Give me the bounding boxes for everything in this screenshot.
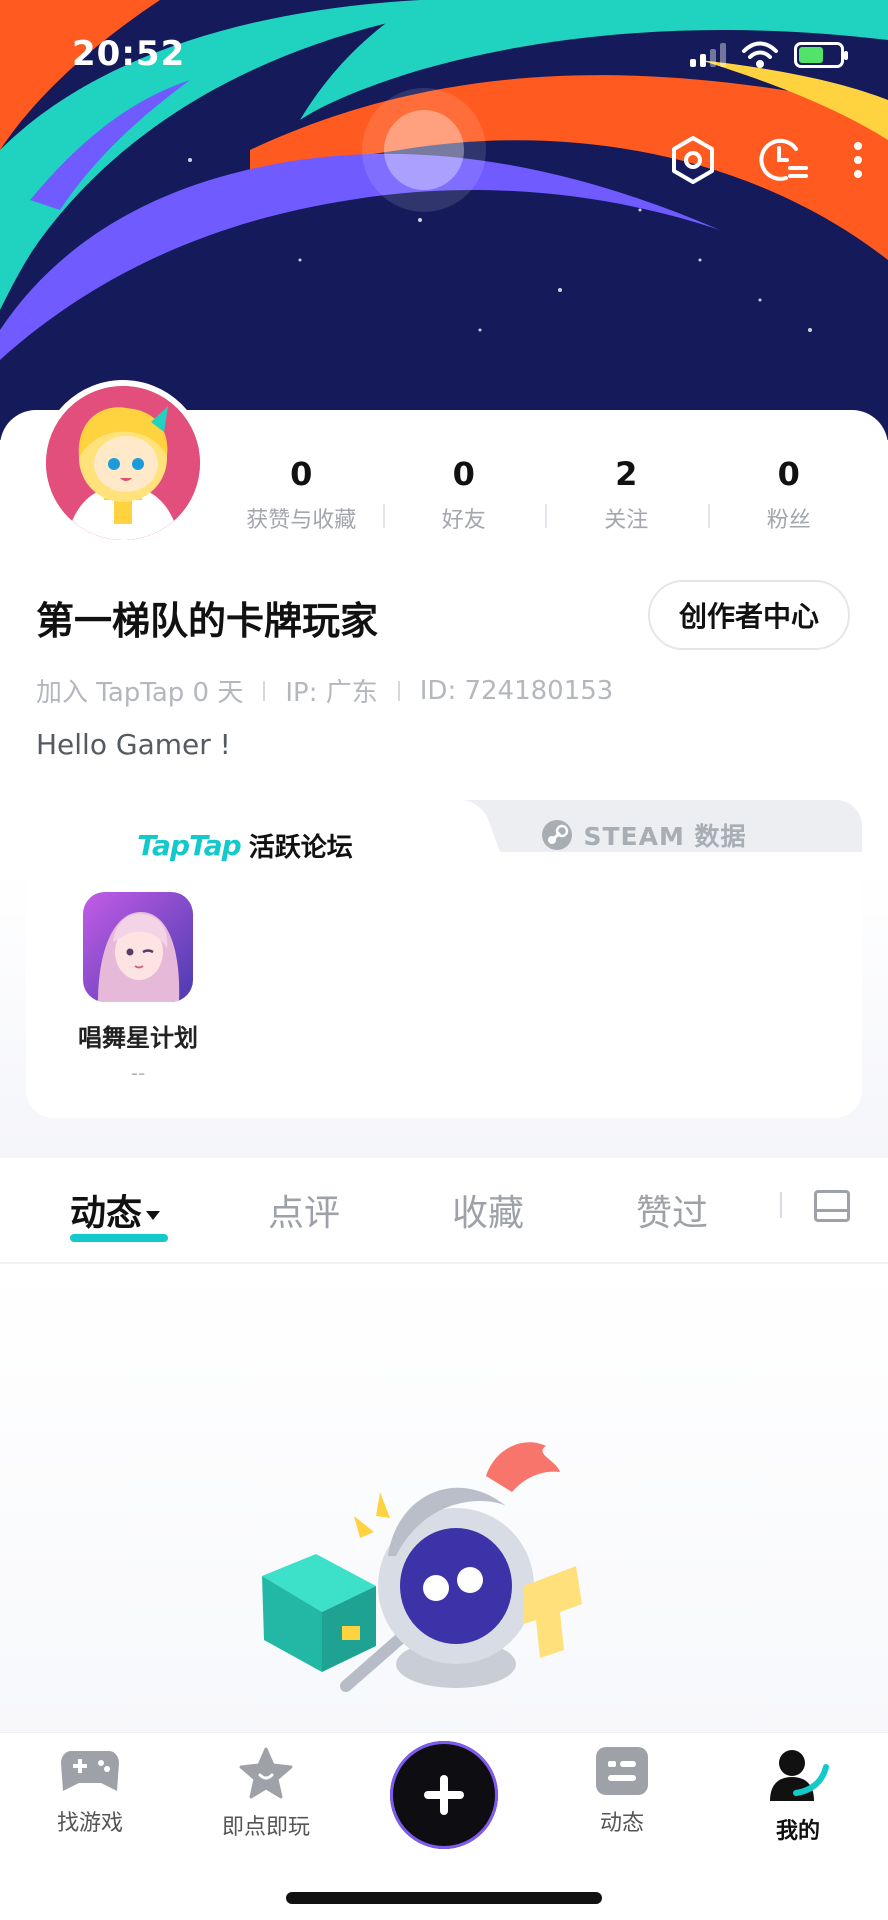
nav-feed-label: 动态 xyxy=(599,1811,644,1836)
stat-followers-label: 粉丝 xyxy=(766,508,811,533)
username: 第一梯队的卡牌玩家 xyxy=(36,599,379,643)
nav-instant-play[interactable]: 即点即玩 xyxy=(196,1747,336,1841)
stat-likes-value: 0 xyxy=(290,455,313,493)
tab-reviews[interactable]: 点评 xyxy=(268,1184,340,1236)
content-tabs: 动态 点评 收藏 赞过 xyxy=(0,1158,888,1264)
join-days: 加入 TapTap 0 天 xyxy=(36,678,244,708)
gamepad-icon xyxy=(61,1751,119,1791)
tab-steam-label: STEAM 数据 xyxy=(583,822,747,851)
stat-likes[interactable]: 0 获赞与收藏 xyxy=(220,452,383,533)
creator-center-button[interactable]: 创作者中心 xyxy=(648,580,850,650)
more-icon xyxy=(854,142,862,178)
stat-following-label: 关注 xyxy=(604,508,649,533)
avatar[interactable] xyxy=(40,380,206,546)
profile-stats: 0 获赞与收藏 0 好友 2 关注 0 粉丝 xyxy=(220,452,871,533)
settings-button[interactable] xyxy=(648,120,738,200)
empty-state-illustration xyxy=(262,1442,582,1692)
tab-feed[interactable]: 动态 xyxy=(70,1184,161,1236)
create-post-button[interactable] xyxy=(390,1741,498,1849)
avatar-image xyxy=(46,386,200,540)
tabs-divider xyxy=(780,1192,782,1218)
nav-feed[interactable]: 动态 xyxy=(552,1747,692,1837)
history-icon xyxy=(759,138,808,181)
game-item[interactable]: 唱舞星计划 -- xyxy=(48,892,228,1085)
nav-instant-play-label: 即点即玩 xyxy=(221,1815,310,1840)
empty-state xyxy=(0,1264,888,1744)
battery-icon xyxy=(794,42,848,68)
status-icons xyxy=(690,40,848,70)
meta-divider xyxy=(397,680,400,701)
bio: Hello Gamer ! xyxy=(36,728,231,761)
settings-icon xyxy=(672,136,714,184)
signal-icon xyxy=(690,43,726,67)
stat-friends-value: 0 xyxy=(452,455,475,493)
nav-find-games-label: 找游戏 xyxy=(56,1811,123,1836)
nav-me-label: 我的 xyxy=(775,1819,820,1844)
steam-icon xyxy=(542,820,573,850)
stat-followers-value: 0 xyxy=(777,455,800,493)
more-button[interactable] xyxy=(828,120,888,200)
plus-icon xyxy=(424,1775,464,1815)
tab-favorites[interactable]: 收藏 xyxy=(452,1184,524,1236)
header-actions xyxy=(648,120,888,200)
stat-friends[interactable]: 0 好友 xyxy=(382,452,546,533)
meta-divider xyxy=(263,680,266,701)
taptap-logo: TapTap xyxy=(137,828,241,862)
home-indicator xyxy=(286,1892,602,1904)
stat-friends-label: 好友 xyxy=(441,508,486,533)
nav-me[interactable]: 我的 xyxy=(728,1747,868,1845)
wifi-icon xyxy=(742,41,778,68)
tab-liked[interactable]: 赞过 xyxy=(636,1184,708,1236)
profile-icon xyxy=(770,1750,829,1801)
stat-followers[interactable]: 0 粉丝 xyxy=(707,452,871,533)
profile-meta: 加入 TapTap 0 天 IP: 广东 ID: 724180153 xyxy=(36,672,613,709)
stat-likes-label: 获赞与收藏 xyxy=(246,508,357,533)
game-card: STEAM 数据 TapTap 活跃论坛 唱舞星计划 -- xyxy=(26,800,862,1120)
star-icon xyxy=(239,1747,293,1799)
ip-location: IP: 广东 xyxy=(285,678,378,708)
stat-following[interactable]: 2 关注 xyxy=(545,452,708,533)
game-rating: -- xyxy=(130,1061,146,1085)
user-id[interactable]: ID: 724180153 xyxy=(420,676,614,706)
feed-icon xyxy=(596,1747,648,1795)
stat-following-value: 2 xyxy=(615,455,638,493)
active-tab-indicator xyxy=(70,1234,168,1242)
tab-forum-label: 活跃论坛 xyxy=(248,832,353,863)
status-time: 20:52 xyxy=(72,34,186,74)
game-name: 唱舞星计划 xyxy=(78,1024,198,1052)
tab-feed-label: 动态 xyxy=(70,1193,143,1234)
layout-toggle-icon[interactable] xyxy=(814,1190,850,1222)
nav-find-games[interactable]: 找游戏 xyxy=(20,1747,160,1837)
tab-active-forum[interactable]: TapTap 活跃论坛 xyxy=(26,800,464,890)
game-icon-art xyxy=(83,892,193,1002)
status-bar: 20:52 xyxy=(0,0,888,110)
game-icon xyxy=(83,892,193,1002)
history-button[interactable] xyxy=(738,120,828,200)
caret-down-icon xyxy=(146,1210,161,1220)
